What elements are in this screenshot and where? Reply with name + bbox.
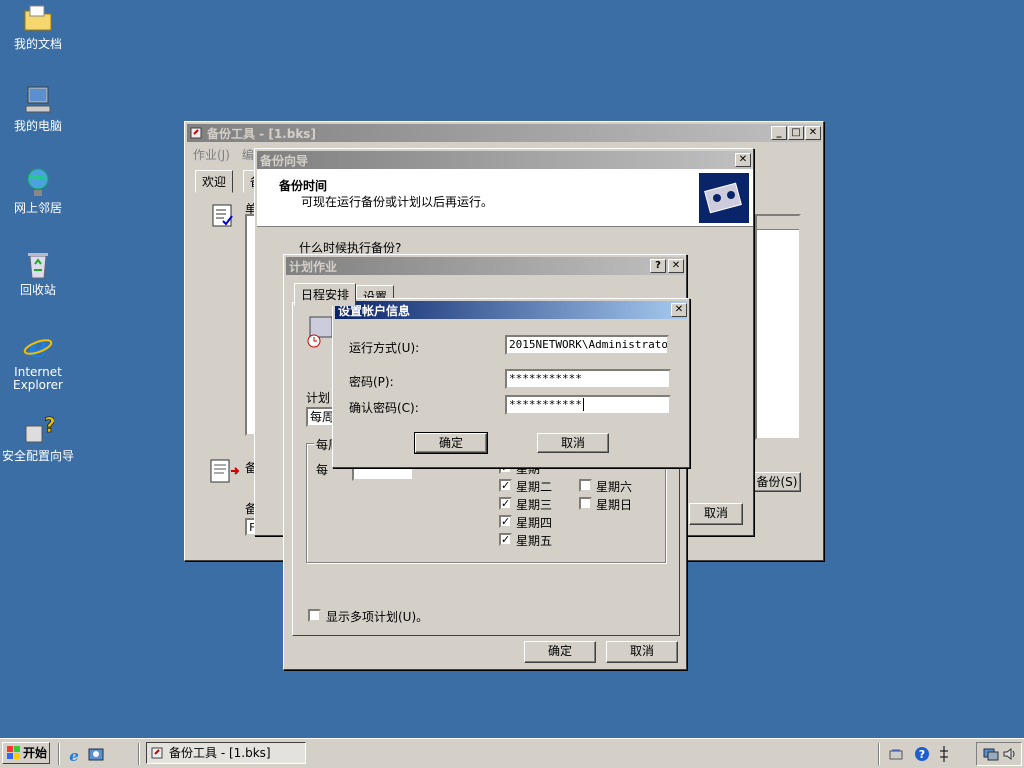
weekday-checkbox[interactable]: ✓ [499, 533, 512, 546]
desktop-icon-label: 网上邻居 [13, 201, 62, 215]
wizard-close-button[interactable]: ✕ [735, 153, 751, 167]
wizard-title: 备份向导 [260, 153, 309, 168]
weekday-checkbox[interactable] [579, 497, 592, 510]
desktop-icon-my-documents[interactable]: 我的文档 [0, 2, 76, 51]
quicklaunch-ie-icon[interactable]: e [66, 747, 82, 763]
password-field[interactable]: *********** [505, 369, 671, 389]
account-info-dialog: 设置帐户信息 ✕ 运行方式(U): 2015NETWORK\Administra… [332, 298, 690, 468]
recycle-bin-icon [28, 253, 48, 279]
windows-logo-icon [7, 746, 20, 759]
help-button[interactable]: ? [650, 259, 666, 273]
desktop: 我的文档 我的电脑 网上邻居 回收站 e Internet Explorer ?… [0, 0, 1024, 738]
tray-network-icon[interactable] [888, 746, 904, 762]
internet-explorer-icon: e [23, 330, 53, 362]
desktop-icon-label-line2: Explorer [13, 378, 63, 392]
confirm-password-field[interactable]: *********** [505, 395, 671, 415]
weekday-label: 星期五 [516, 534, 553, 548]
backup-tape-icon [699, 173, 749, 223]
window-title: 备份工具 - [1.bks] [207, 126, 316, 141]
backup-tool-titlebar[interactable]: 备份工具 - [1.bks] [187, 124, 821, 142]
backup-destination-icon [210, 459, 240, 483]
desktop-icon-label: 我的电脑 [13, 119, 62, 133]
menu-job[interactable]: 作业(J) [193, 146, 230, 163]
tab-welcome[interactable]: 欢迎 [195, 170, 234, 193]
wizard-header-title: 备份时间 [279, 179, 328, 193]
weekday-label: 星期六 [596, 480, 633, 494]
minimize-button[interactable]: _ [771, 126, 787, 140]
password-label: 密码(P): [349, 375, 394, 389]
desktop-icon-label-line1: Internet [14, 365, 62, 379]
account-close-button[interactable]: ✕ [671, 303, 687, 317]
schedule-titlebar[interactable]: 计划作业 [286, 257, 684, 275]
weekday-checkbox[interactable] [579, 479, 592, 492]
schedule-cancel-button[interactable]: 取消 [606, 641, 678, 663]
menu-bar: 作业(J) 编 [193, 146, 254, 163]
weekday-checkbox[interactable]: ✓ [499, 479, 512, 492]
weekday-label: 星期四 [516, 516, 553, 530]
tray-ime-icon[interactable] [938, 745, 950, 763]
backup-app-icon [190, 127, 202, 139]
taskbar-backup-tool[interactable]: 备份工具 - [1.bks] [146, 742, 306, 764]
computer-icon [25, 86, 51, 113]
wizard-header-subtitle: 可现在运行备份或计划以后再运行。 [301, 195, 494, 209]
taskbar: 开始 e 备份工具 - [1.bks] ? [0, 738, 1024, 768]
taskbar-task-label: 备份工具 - [1.bks] [169, 746, 271, 760]
desktop-icon-recycle-bin[interactable]: 回收站 [0, 248, 76, 297]
security-wizard-icon: ? [25, 414, 54, 443]
account-cancel-button[interactable]: 取消 [537, 433, 609, 453]
account-ok-button[interactable]: 确定 [414, 432, 488, 454]
weekday-label: 星期二 [516, 480, 553, 494]
desktop-icon-label: 回收站 [19, 283, 56, 297]
start-label: 开始 [23, 746, 48, 760]
account-titlebar[interactable]: 设置帐户信息 [335, 301, 687, 319]
desktop-icon-label: 我的文档 [13, 37, 62, 51]
start-backup-button[interactable]: 备份(S) [753, 472, 801, 492]
tab-schedule[interactable]: 日程安排 [294, 283, 357, 306]
svg-text:e: e [69, 747, 79, 763]
tray-help-icon[interactable]: ? [914, 746, 930, 762]
schedule-ok-button[interactable]: 确定 [524, 641, 596, 663]
quicklaunch-desktop-icon[interactable] [88, 747, 104, 763]
run-as-field[interactable]: 2015NETWORK\Administrator [505, 335, 669, 355]
wizard-header: 备份时间 可现在运行备份或计划以后再运行。 [257, 169, 753, 227]
tray-monitor-icon[interactable] [983, 746, 999, 762]
plan-label: 计划 [306, 391, 331, 405]
backup-app-icon [151, 747, 163, 759]
menu-edit[interactable]: 编 [242, 146, 254, 163]
show-multiple-checkbox[interactable] [308, 609, 321, 622]
svg-text:?: ? [919, 748, 925, 761]
svg-text:?: ? [44, 414, 54, 437]
desktop-icon-security-wizard[interactable]: ? 安全配置向导 [0, 414, 76, 463]
confirm-password-label: 确认密码(C): [349, 401, 419, 415]
svg-text:e: e [28, 330, 47, 362]
tray-speaker-icon[interactable] [1002, 746, 1018, 762]
weekday-label: 星期三 [516, 498, 553, 512]
start-button[interactable]: 开始 [2, 742, 50, 764]
globe-network-icon [27, 168, 49, 196]
folder-icon [24, 5, 52, 31]
file-list-panel[interactable] [755, 214, 801, 440]
close-button[interactable]: ✕ [805, 126, 821, 140]
schedule-close-button[interactable]: ✕ [668, 259, 684, 273]
desktop-icon-label: 安全配置向导 [1, 449, 74, 463]
desktop-icon-my-computer[interactable]: 我的电脑 [0, 84, 76, 133]
run-as-label: 运行方式(U): [349, 341, 420, 355]
wizard-cancel-button[interactable]: 取消 [689, 503, 743, 525]
desktop-icon-network[interactable]: 网上邻居 [0, 166, 76, 215]
weekday-checkbox[interactable]: ✓ [499, 497, 512, 510]
schedule-clock-icon [307, 316, 333, 348]
every-label: 每 [316, 463, 329, 477]
checklist-icon [212, 204, 233, 227]
schedule-title: 计划作业 [289, 259, 338, 274]
weekday-label: 星期日 [596, 498, 633, 512]
maximize-button[interactable]: □ [788, 126, 804, 140]
show-multiple-label: 显示多项计划(U)。 [326, 610, 429, 624]
wizard-titlebar[interactable]: 备份向导 [257, 151, 751, 169]
system-tray [976, 742, 1022, 766]
desktop-icon-internet-explorer[interactable]: e Internet Explorer [0, 330, 76, 392]
weekday-checkbox[interactable]: ✓ [499, 515, 512, 528]
